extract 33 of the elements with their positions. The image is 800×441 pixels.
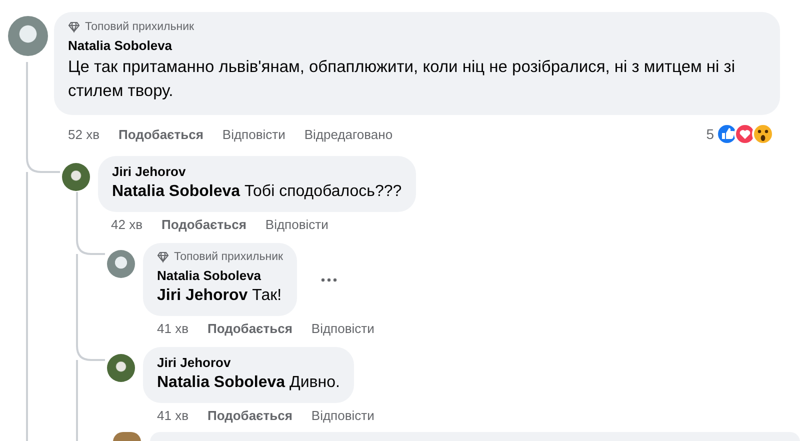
reply-link[interactable]: Відповісти bbox=[222, 126, 286, 142]
author-name[interactable]: Natalia Soboleva bbox=[68, 38, 750, 53]
comment-text: Це так притаманно львів'янам, обпаплюжити, коли ніц не розібралися, ні з митцем ні зі стилем твору. bbox=[68, 57, 736, 102]
reply-link[interactable]: Відповісти bbox=[265, 216, 328, 232]
like-link[interactable]: Подобається bbox=[207, 408, 292, 422]
reaction-count: 5 bbox=[706, 126, 714, 142]
avatar[interactable] bbox=[62, 163, 90, 191]
reply-link[interactable]: Відповісти bbox=[311, 320, 374, 336]
comment-text: Natalia Soboleva Дивно. bbox=[157, 373, 340, 393]
like-link[interactable]: Подобається bbox=[207, 320, 292, 336]
diamond-icon bbox=[157, 251, 169, 263]
badge-label: Топовий прихильник bbox=[174, 251, 284, 263]
reactions-icon[interactable] bbox=[716, 123, 774, 145]
author-name[interactable]: Jiri Jehorov bbox=[112, 164, 402, 179]
comment-text: Natalia Soboleva Тобі сподобалось??? bbox=[112, 182, 402, 202]
reply-link[interactable]: Відповісти bbox=[311, 408, 374, 422]
avatar[interactable] bbox=[107, 250, 135, 278]
avatar[interactable] bbox=[107, 354, 135, 382]
avatar[interactable] bbox=[8, 16, 48, 56]
author-name[interactable]: Natalia Soboleva bbox=[157, 268, 284, 283]
comment-text: Jiri Jehorov Так! bbox=[157, 286, 283, 306]
like-link[interactable]: Подобається bbox=[161, 216, 246, 232]
author-name[interactable]: Jiri Jehorov bbox=[157, 355, 340, 370]
like-link[interactable]: Подобається bbox=[118, 126, 204, 142]
timestamp[interactable]: 42 хв bbox=[111, 216, 142, 232]
more-options-icon[interactable] bbox=[321, 278, 338, 282]
avatar[interactable] bbox=[113, 432, 141, 441]
edited-label: Відредаговано bbox=[304, 126, 393, 142]
diamond-icon bbox=[68, 21, 80, 33]
badge-label: Топовий прихильник bbox=[85, 21, 194, 33]
timestamp[interactable]: 41 хв bbox=[157, 408, 188, 422]
timestamp[interactable]: 52 хв bbox=[68, 126, 100, 142]
timestamp[interactable]: 41 хв bbox=[157, 320, 188, 336]
